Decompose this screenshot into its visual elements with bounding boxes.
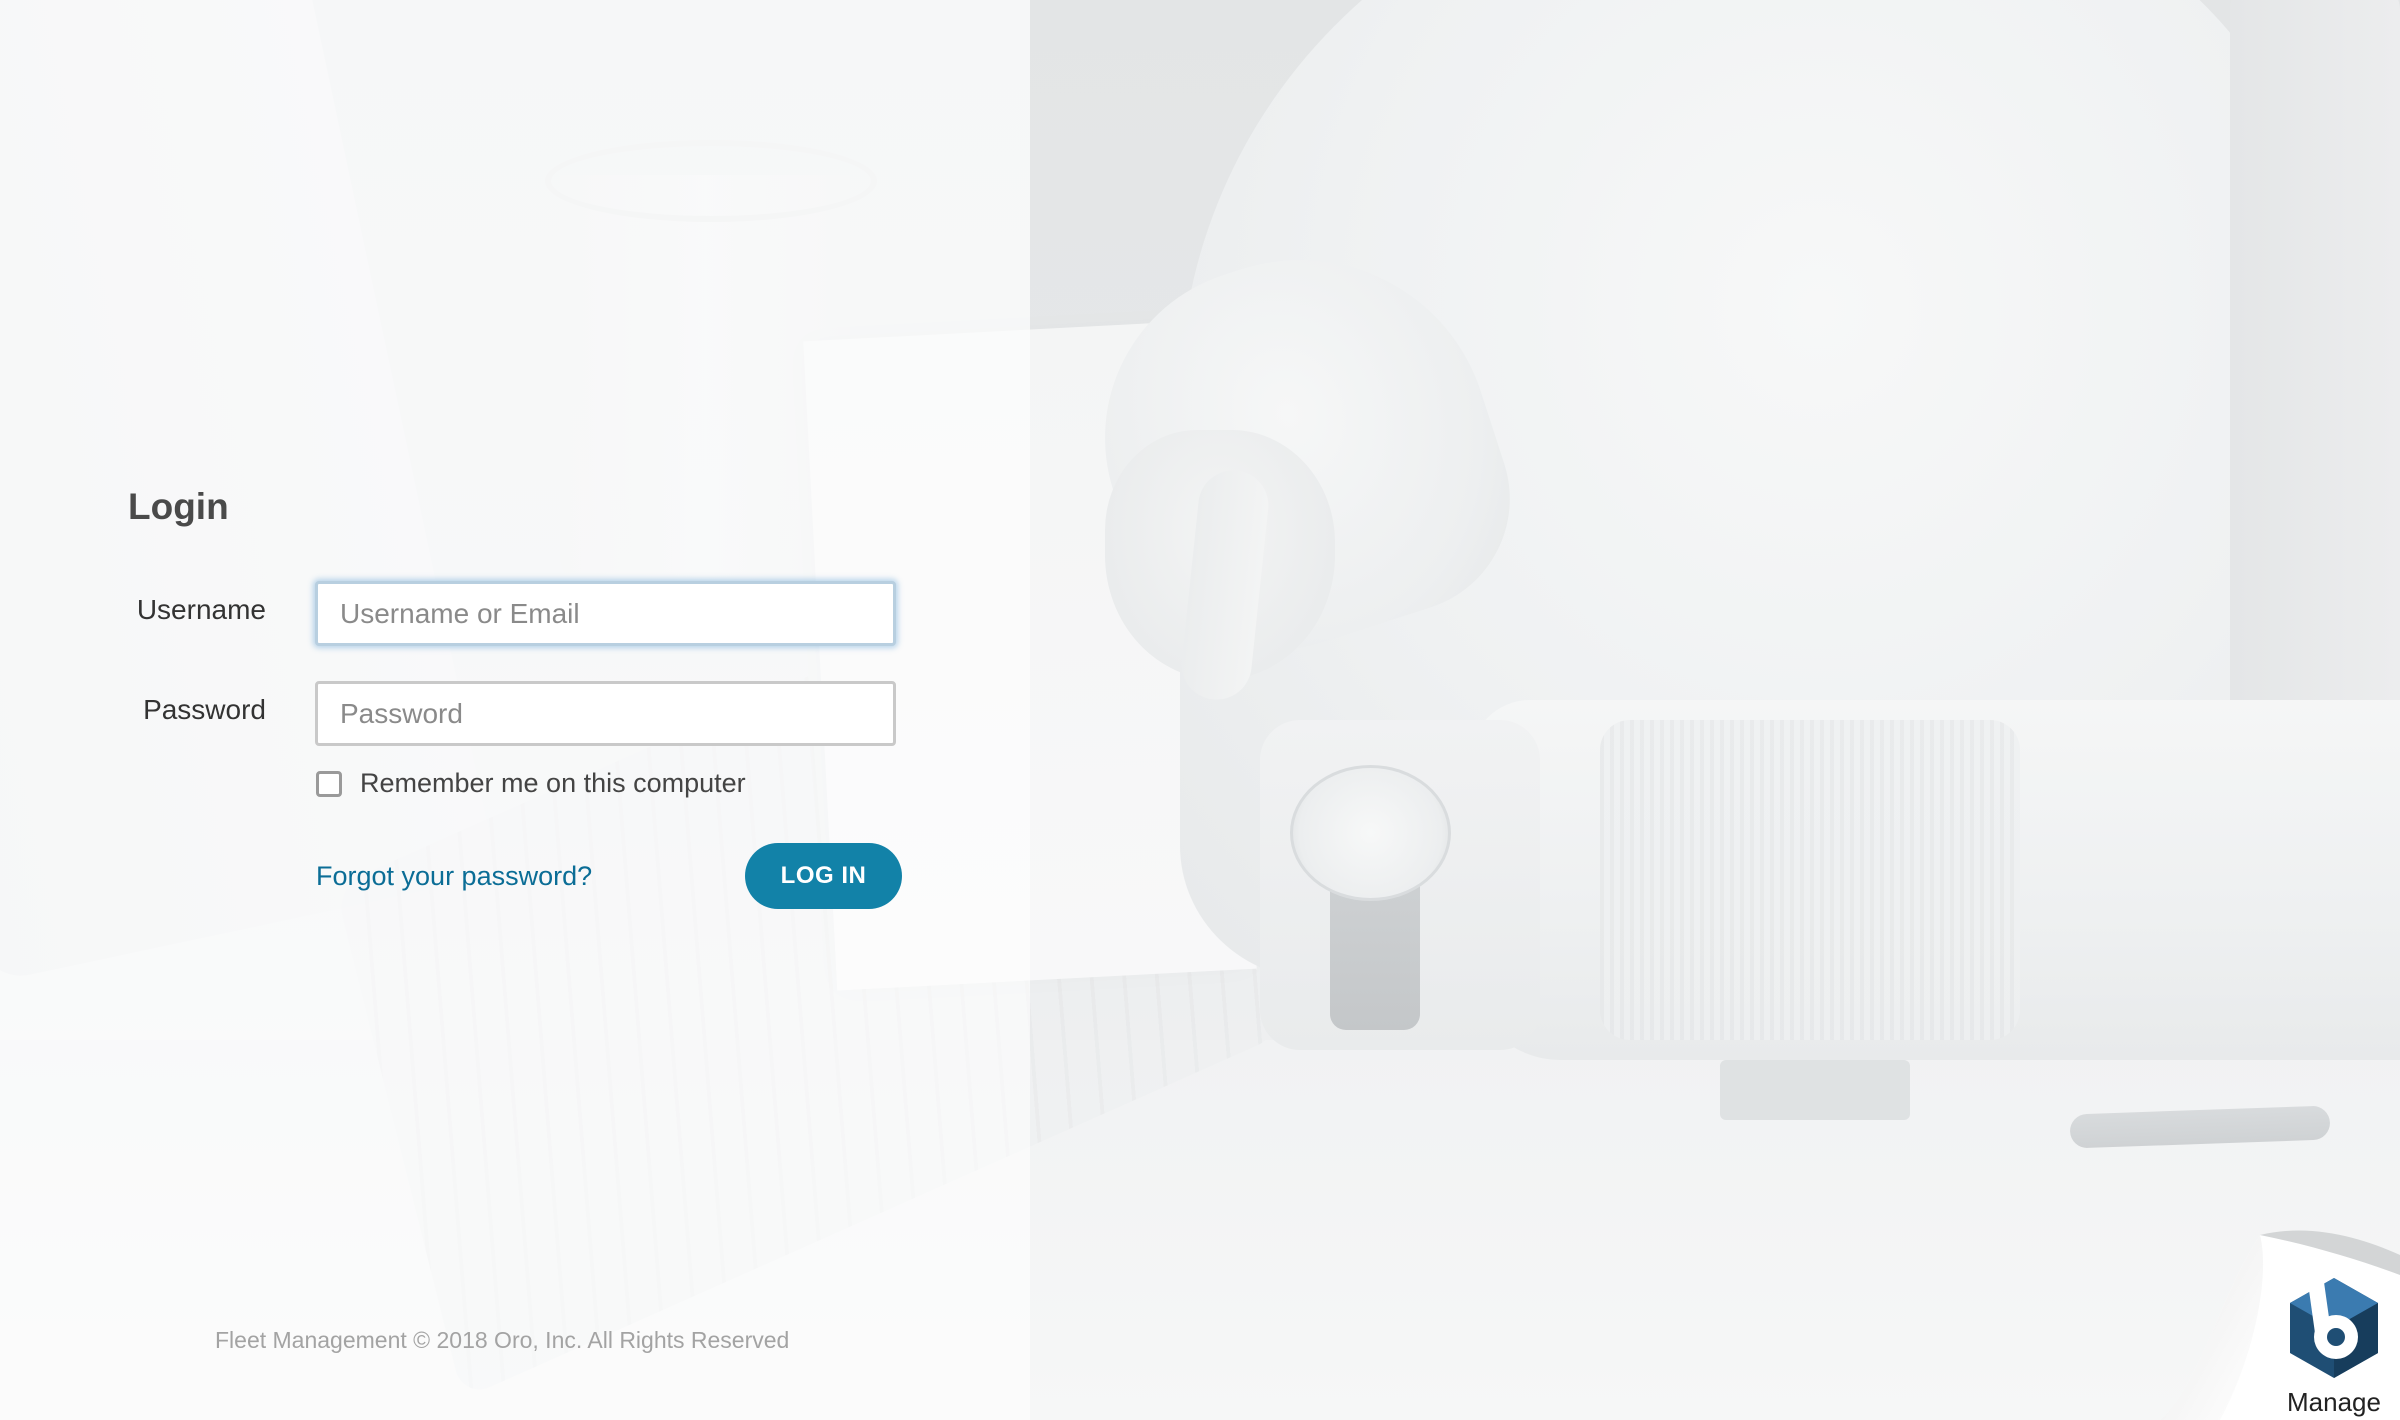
hexagon-b-logo-icon[interactable] xyxy=(2286,1274,2382,1382)
login-panel: Login Username Password Remember me on t… xyxy=(0,0,1030,1420)
brand-label: Manage xyxy=(2287,1387,2381,1417)
username-label: Username xyxy=(136,594,266,625)
remember-me-row[interactable]: Remember me on this computer xyxy=(316,768,746,799)
page-title: Login xyxy=(128,486,229,527)
login-button[interactable]: LOG IN xyxy=(745,843,902,909)
remember-me-label[interactable]: Remember me on this computer xyxy=(360,768,746,799)
remember-me-checkbox[interactable] xyxy=(316,770,342,797)
background-clip xyxy=(1720,1060,1910,1120)
background-knit-cuff xyxy=(1600,720,2020,1040)
password-label: Password xyxy=(143,694,266,725)
password-input[interactable] xyxy=(315,681,896,746)
background-watch xyxy=(1290,765,1451,901)
username-input[interactable] xyxy=(315,581,896,646)
forgot-password-link[interactable]: Forgot your password? xyxy=(316,861,592,892)
footer-copyright: Fleet Management © 2018 Oro, Inc. All Ri… xyxy=(215,1327,790,1353)
